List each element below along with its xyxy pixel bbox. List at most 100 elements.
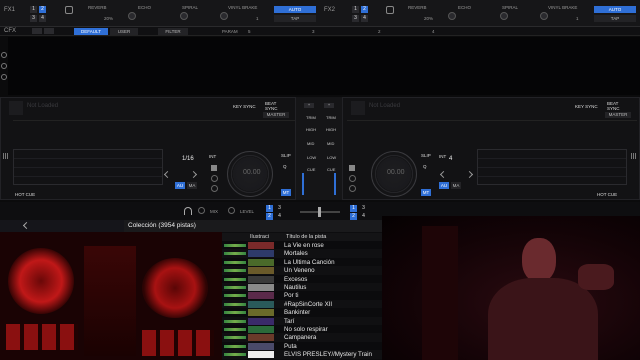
track-row[interactable]: ELVIS PRESLEY//Mystery Train xyxy=(222,350,382,360)
fx1-percent: 20% xyxy=(104,16,114,21)
fx1-tap-button[interactable]: TAP xyxy=(274,15,316,22)
deck-2-int[interactable]: INT xyxy=(439,154,446,159)
fx1-knob-b[interactable] xyxy=(180,12,188,20)
mixer-ch2-high: HIGH xyxy=(326,127,336,132)
column-title[interactable]: Título de la pista xyxy=(286,234,326,240)
channel-2-button[interactable]: 2 xyxy=(266,213,273,220)
deck-2-loop-next-icon[interactable] xyxy=(465,170,474,179)
deck-1-au-button[interactable]: AU xyxy=(175,182,185,189)
fx1-power-icon[interactable] xyxy=(65,6,73,14)
fx1-slot-1[interactable]: 1 xyxy=(30,6,37,13)
mixer-ch1-cue[interactable]: CUE xyxy=(307,167,315,172)
deck-1-slip[interactable]: SLIP xyxy=(281,153,291,158)
deck-1-time: 00.00 xyxy=(243,169,261,176)
deck-1-int[interactable]: INT xyxy=(209,154,216,159)
fx1-slot-3[interactable]: 3 xyxy=(30,15,37,22)
track-waveform-icon xyxy=(224,328,246,331)
fx2-effect-1[interactable]: REVERB xyxy=(408,5,427,10)
deck-2-play-button[interactable] xyxy=(349,185,356,192)
channel-2-button-right[interactable]: 2 xyxy=(350,213,357,220)
deck-2-hot-cue[interactable]: HOT CUE xyxy=(597,192,617,197)
channel-1-button[interactable]: 1 xyxy=(266,205,273,212)
cfx-filter-button[interactable]: FILTER xyxy=(158,28,188,35)
fx2-label: FX2 xyxy=(324,7,336,13)
fx2-slot-3[interactable]: 3 xyxy=(352,15,359,22)
track-waveform-icon xyxy=(224,336,246,340)
mixer-ch2-strip: + TRIM HIGH MID LOW CUE xyxy=(320,97,338,200)
deck-1-q[interactable]: Q xyxy=(283,164,287,169)
deck-1-cue-button[interactable] xyxy=(211,175,218,182)
deck-1-ma-button[interactable]: MA xyxy=(187,182,197,189)
fx1-slot-4[interactable]: 4 xyxy=(39,15,46,22)
track-waveform-icon xyxy=(224,252,246,256)
deck-2-beat-sync[interactable]: BEAT SYNC xyxy=(607,101,623,111)
headphones-icon[interactable] xyxy=(184,207,192,215)
zoom-out-icon[interactable] xyxy=(1,63,7,69)
mix-knob[interactable] xyxy=(198,207,205,214)
fx2-effect-3[interactable]: SPIRAL xyxy=(502,5,518,10)
deck-1-master-button[interactable]: MASTER xyxy=(263,112,289,118)
fx2-tap-button[interactable]: TAP xyxy=(594,15,636,22)
mixer-ch2-cue[interactable]: CUE xyxy=(327,167,335,172)
channel-4-button-right[interactable]: 4 xyxy=(360,213,367,220)
fx2-knob-c[interactable] xyxy=(540,12,548,20)
deck-2-q[interactable]: Q xyxy=(423,164,427,169)
channel-4-button[interactable]: 4 xyxy=(276,213,283,220)
deck-2-loop-prev-icon[interactable] xyxy=(439,170,448,179)
fx1-auto-button[interactable]: AUTO xyxy=(274,6,316,13)
deck-1-pitch-icon[interactable] xyxy=(211,165,217,171)
column-artwork[interactable]: Ilustraci xyxy=(250,234,269,240)
channel-3-button[interactable]: 3 xyxy=(276,205,283,212)
level-knob[interactable] xyxy=(228,207,235,214)
deck-1-hot-cue[interactable]: HOT CUE xyxy=(15,192,35,197)
fx1-effect-3[interactable]: SPIRAL xyxy=(182,5,198,10)
deck-2-ma-button[interactable]: MA xyxy=(451,182,461,189)
deck-2-au-button[interactable]: AU xyxy=(439,182,449,189)
deck-2-time: 00.00 xyxy=(387,169,405,176)
fx2-effect-4[interactable]: VINYL BRAKE xyxy=(548,5,577,10)
fx1-effect-2[interactable]: ECHO xyxy=(138,5,151,10)
fx2-power-icon[interactable] xyxy=(386,6,394,14)
deck-2-pad-panel xyxy=(477,149,627,185)
deck-2-slip[interactable]: SLIP xyxy=(421,153,431,158)
fx2-knob-b[interactable] xyxy=(500,12,508,20)
deck-1-beat-sync[interactable]: BEAT SYNC xyxy=(265,101,281,111)
fx1-slot-2[interactable]: 2 xyxy=(39,6,46,13)
zoom-in-icon[interactable] xyxy=(1,52,7,58)
deck-1-mt-button[interactable]: MT xyxy=(281,189,291,196)
fx2-slot-1[interactable]: 1 xyxy=(352,6,359,13)
deck-1-play-button[interactable] xyxy=(211,185,218,192)
fx2-slot-2[interactable]: 2 xyxy=(361,6,368,13)
mixer-ch1-top-button[interactable]: + xyxy=(304,103,314,108)
fx1-effect-4[interactable]: VINYL BRAKE xyxy=(228,5,257,10)
fx1-knob-c[interactable] xyxy=(220,12,228,20)
fx1-knob-a[interactable] xyxy=(128,12,136,20)
deck-1-key-sync[interactable]: KEY SYNC xyxy=(233,104,256,109)
deck-1-loop-prev-icon[interactable] xyxy=(163,170,172,179)
cfx-menu-icon[interactable] xyxy=(32,28,42,34)
track-waveform-icon xyxy=(224,260,246,264)
deck-1-grid-icon[interactable] xyxy=(3,153,9,159)
cfx-option-icon[interactable] xyxy=(44,28,54,34)
zoom-reset-icon[interactable] xyxy=(1,74,7,80)
deck-2-pitch-icon[interactable] xyxy=(349,165,355,171)
deck-2-mt-button[interactable]: MT xyxy=(421,189,431,196)
channel-3-button-right[interactable]: 3 xyxy=(360,205,367,212)
deck-2-cue-button[interactable] xyxy=(349,175,356,182)
channel-1-button-right[interactable]: 1 xyxy=(350,205,357,212)
deck-2-master-button[interactable]: MASTER xyxy=(605,112,631,118)
cfx-default-button[interactable]: DEFAULT xyxy=(74,28,108,35)
deck-2-key-sync[interactable]: KEY SYNC xyxy=(575,104,598,109)
crossfader-handle[interactable] xyxy=(318,207,321,217)
mixer-ch1-meter xyxy=(302,173,304,195)
fx2-knob-a[interactable] xyxy=(448,12,456,20)
deck-2-grid-icon[interactable] xyxy=(631,153,637,159)
mixer-ch2-top-button[interactable]: + xyxy=(324,103,334,108)
fx2-auto-button[interactable]: AUTO xyxy=(594,6,636,13)
fx2-effect-2[interactable]: ECHO xyxy=(458,5,471,10)
cfx-user-button[interactable]: USER xyxy=(110,28,138,35)
deck-1-loop-next-icon[interactable] xyxy=(189,170,198,179)
fx-bar: FX1 1 2 3 4 REVERB ECHO SPIRAL VINYL BRA… xyxy=(0,0,640,27)
fx2-slot-4[interactable]: 4 xyxy=(361,15,368,22)
fx1-effect-1[interactable]: REVERB xyxy=(88,5,107,10)
